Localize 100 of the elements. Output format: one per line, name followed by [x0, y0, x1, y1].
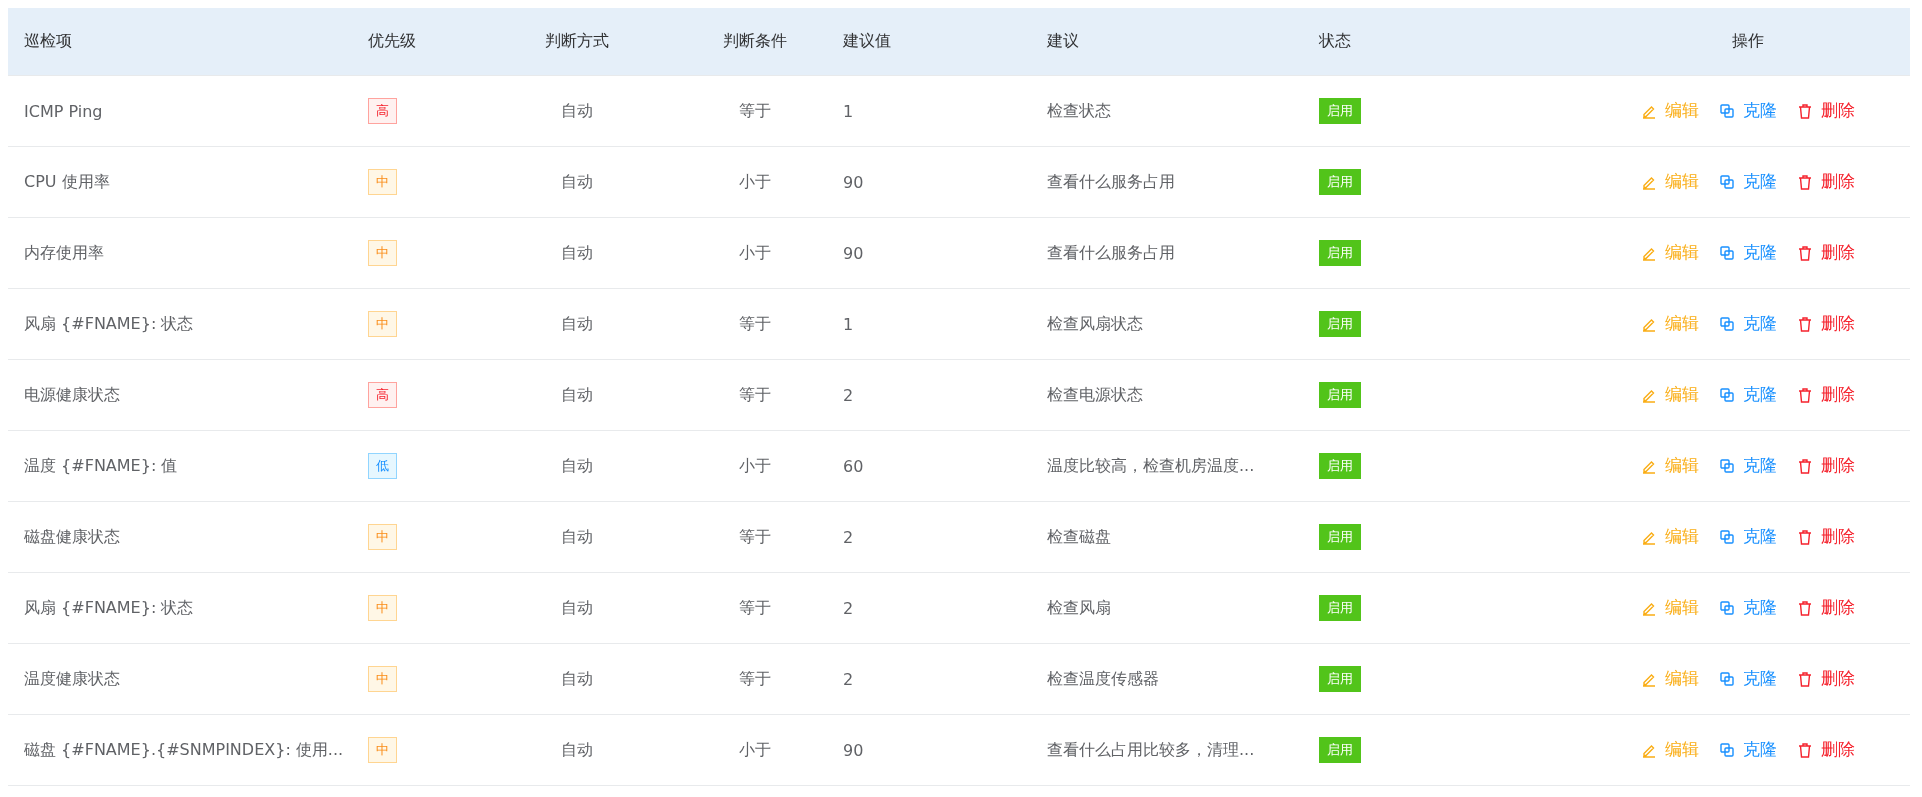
- priority-tag: 中: [368, 737, 397, 763]
- table-cell: 自动: [561, 313, 593, 333]
- delete-link[interactable]: 删除: [1797, 738, 1855, 762]
- status-tag: 启用: [1319, 595, 1361, 621]
- delete-link[interactable]: 删除: [1797, 596, 1855, 620]
- table-cell: 自动: [561, 455, 593, 475]
- status-tag: 启用: [1319, 524, 1361, 550]
- copy-icon: [1719, 528, 1735, 545]
- priority-tag: 中: [368, 311, 397, 337]
- table-cell: 等于: [739, 313, 771, 333]
- table-cell: 风扇 {#FNAME}: 状态: [24, 313, 194, 333]
- column-header: 状态: [1319, 31, 1351, 50]
- table-cell: 90: [843, 243, 864, 263]
- priority-tag: 中: [368, 240, 397, 266]
- status-tag: 启用: [1319, 98, 1361, 124]
- priority-tag: 高: [368, 98, 397, 124]
- clone-link[interactable]: 克隆: [1719, 525, 1777, 549]
- clone-link[interactable]: 克隆: [1719, 241, 1777, 265]
- edit-link[interactable]: 编辑: [1641, 596, 1699, 620]
- table-cell: 自动: [561, 384, 593, 404]
- edit-link[interactable]: 编辑: [1641, 738, 1699, 762]
- table-cell: 自动: [561, 171, 593, 191]
- priority-tag: 中: [368, 595, 397, 621]
- clone-link[interactable]: 克隆: [1719, 383, 1777, 407]
- clone-link[interactable]: 克隆: [1719, 170, 1777, 194]
- delete-link[interactable]: 删除: [1797, 170, 1855, 194]
- table-cell: 温度 {#FNAME}: 值: [24, 455, 178, 475]
- table-cell: CPU 使用率: [24, 171, 110, 191]
- trash-icon: [1797, 457, 1813, 474]
- table-cell: 2: [843, 669, 854, 689]
- copy-icon: [1719, 386, 1735, 403]
- copy-icon: [1719, 670, 1735, 687]
- table-cell: 自动: [561, 739, 593, 759]
- table-cell: 检查温度传感器: [1047, 668, 1159, 688]
- edit-link[interactable]: 编辑: [1641, 99, 1699, 123]
- table-cell: 等于: [739, 597, 771, 617]
- table-cell: 检查风扇状态: [1047, 313, 1143, 333]
- delete-link[interactable]: 删除: [1797, 454, 1855, 478]
- table-cell: 2: [843, 527, 854, 547]
- table-cell: 60: [843, 456, 864, 476]
- column-header: 操作: [1732, 31, 1764, 50]
- table-cell: 2: [843, 385, 854, 405]
- table-cell: 内存使用率: [24, 242, 104, 262]
- edit-link[interactable]: 编辑: [1641, 241, 1699, 265]
- column-header: 巡检项: [24, 31, 72, 50]
- clone-link[interactable]: 克隆: [1719, 454, 1777, 478]
- copy-icon: [1719, 173, 1735, 190]
- edit-link[interactable]: 编辑: [1641, 525, 1699, 549]
- delete-link[interactable]: 删除: [1797, 383, 1855, 407]
- table-cell: 1: [843, 101, 854, 121]
- trash-icon: [1797, 244, 1813, 261]
- clone-link[interactable]: 克隆: [1719, 667, 1777, 691]
- delete-link[interactable]: 删除: [1797, 241, 1855, 265]
- delete-link[interactable]: 删除: [1797, 667, 1855, 691]
- copy-icon: [1719, 102, 1735, 119]
- table-cell: 查看什么占用比较多，清理...: [1047, 739, 1255, 759]
- edit-link[interactable]: 编辑: [1641, 170, 1699, 194]
- table-cell: 2: [843, 598, 854, 618]
- table-cell: 等于: [739, 668, 771, 688]
- clone-link[interactable]: 克隆: [1719, 596, 1777, 620]
- clone-link[interactable]: 克隆: [1719, 99, 1777, 123]
- priority-tag: 低: [368, 453, 397, 479]
- copy-icon: [1719, 315, 1735, 332]
- table-cell: 自动: [561, 597, 593, 617]
- copy-icon: [1719, 741, 1735, 758]
- table-cell: 90: [843, 740, 864, 760]
- status-tag: 启用: [1319, 311, 1361, 337]
- priority-tag: 中: [368, 524, 397, 550]
- delete-link[interactable]: 删除: [1797, 99, 1855, 123]
- table-cell: 查看什么服务占用: [1047, 242, 1175, 262]
- table-cell: 小于: [739, 455, 771, 475]
- clone-link[interactable]: 克隆: [1719, 312, 1777, 336]
- edit-link[interactable]: 编辑: [1641, 312, 1699, 336]
- table-cell: 等于: [739, 100, 771, 120]
- table-cell: 检查风扇: [1047, 597, 1111, 617]
- status-tag: 启用: [1319, 666, 1361, 692]
- table-cell: 小于: [739, 171, 771, 191]
- trash-icon: [1797, 315, 1813, 332]
- table-cell: 小于: [739, 242, 771, 262]
- table-cell: 自动: [561, 526, 593, 546]
- column-header: 判断方式: [545, 31, 609, 50]
- table-cell: 检查磁盘: [1047, 526, 1111, 546]
- table-cell: 磁盘 {#FNAME}.{#SNMPINDEX}: 使用...: [24, 739, 344, 759]
- edit-link[interactable]: 编辑: [1641, 454, 1699, 478]
- status-tag: 启用: [1319, 240, 1361, 266]
- column-header: 建议值: [843, 31, 891, 50]
- table-cell: 等于: [739, 384, 771, 404]
- delete-link[interactable]: 删除: [1797, 312, 1855, 336]
- trash-icon: [1797, 102, 1813, 119]
- column-header: 优先级: [368, 31, 416, 50]
- edit-link[interactable]: 编辑: [1641, 667, 1699, 691]
- edit-link[interactable]: 编辑: [1641, 383, 1699, 407]
- trash-icon: [1797, 670, 1813, 687]
- table-cell: 检查电源状态: [1047, 384, 1143, 404]
- table-cell: 小于: [739, 739, 771, 759]
- table-cell: 自动: [561, 100, 593, 120]
- clone-link[interactable]: 克隆: [1719, 738, 1777, 762]
- delete-link[interactable]: 删除: [1797, 525, 1855, 549]
- table-cell: 90: [843, 172, 864, 192]
- trash-icon: [1797, 741, 1813, 758]
